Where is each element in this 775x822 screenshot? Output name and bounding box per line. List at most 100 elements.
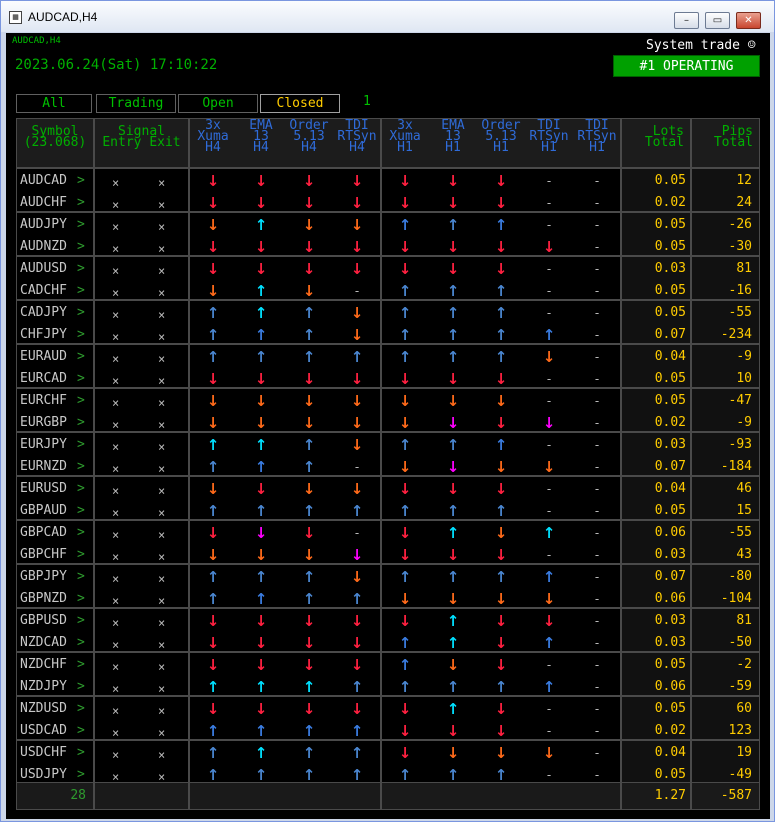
symbol-label: CADJPY bbox=[20, 305, 67, 320]
arrow-up-icon: ↑ bbox=[206, 568, 220, 586]
table-row[interactable]: NZDUSD > × × ↓ ↓ ↓ ↓ ↓ ↑ ↓ - - 0.05 60 bbox=[16, 700, 760, 718]
header-text: Entry Exit bbox=[102, 135, 181, 150]
arrow-down-icon: ↓ bbox=[350, 172, 364, 190]
chart-area: AUDCAD,H4 2023.06.24(Sat) 17:10:22 Syste… bbox=[6, 33, 770, 819]
table-row[interactable]: NZDJPY > × × ↑ ↑ ↑ ↑ ↑ ↑ ↑ ↑ - 0.06 -59 bbox=[16, 678, 760, 696]
chevron-right-icon: > bbox=[77, 503, 85, 518]
symbol-label: USDJPY bbox=[20, 767, 67, 782]
arrow-up-icon: ↑ bbox=[254, 458, 268, 476]
pips-value: -9 bbox=[736, 415, 752, 430]
table-cell bbox=[189, 782, 381, 810]
symbol-label: NZDJPY bbox=[20, 679, 67, 694]
table-row[interactable]: AUDNZD > × × ↓ ↓ ↓ ↓ ↓ ↓ ↓ ↓ - 0.05 -30 bbox=[16, 238, 760, 256]
chevron-right-icon: > bbox=[77, 261, 85, 276]
table-row[interactable]: EURCHF > × × ↓ ↓ ↓ ↓ ↓ ↓ ↓ - - 0.05 -47 bbox=[16, 392, 760, 410]
table-row[interactable]: CADJPY > × × ↑ ↑ ↑ ↓ ↑ ↑ ↑ - - 0.05 -55 bbox=[16, 304, 760, 322]
dash-mark: - bbox=[594, 306, 600, 320]
table-row[interactable]: EURNZD > × × ↑ ↑ ↑ - ↓ ↓ ↓ ↓ - 0.07 -184 bbox=[16, 458, 760, 476]
table-row[interactable]: AUDCAD > × × ↓ ↓ ↓ ↓ ↓ ↓ ↓ - - 0.05 12 bbox=[16, 172, 760, 190]
arrow-up-icon: ↑ bbox=[446, 568, 460, 586]
table-row[interactable]: CHFJPY > × × ↑ ↑ ↑ ↓ ↑ ↑ ↑ ↑ - 0.07 -234 bbox=[16, 326, 760, 344]
arrow-up-icon: ↑ bbox=[398, 568, 412, 586]
table-row[interactable]: USDCHF > × × ↑ ↑ ↑ ↑ ↓ ↓ ↓ ↓ - 0.04 19 bbox=[16, 744, 760, 762]
pips-value: -184 bbox=[720, 459, 752, 474]
arrow-down-icon: ↓ bbox=[302, 480, 316, 498]
tab-trading[interactable]: Trading bbox=[96, 94, 176, 113]
pips-value: 15 bbox=[736, 503, 752, 518]
arrow-down-icon: ↓ bbox=[206, 216, 220, 234]
table-row[interactable]: AUDUSD > × × ↓ ↓ ↓ ↓ ↓ ↓ ↓ - - 0.03 81 bbox=[16, 260, 760, 278]
arrow-up-icon: ↑ bbox=[302, 766, 316, 784]
table-row[interactable]: EURAUD > × × ↑ ↑ ↑ ↑ ↑ ↑ ↑ ↓ - 0.04 -9 bbox=[16, 348, 760, 366]
entry-mark: × bbox=[112, 550, 120, 564]
table-row[interactable]: GBPAUD > × × ↑ ↑ ↑ ↑ ↑ ↑ ↑ - - 0.05 15 bbox=[16, 502, 760, 520]
header-text: H4 bbox=[253, 140, 269, 155]
arrow-down-icon: ↓ bbox=[254, 172, 268, 190]
table-row[interactable]: GBPUSD > × × ↓ ↓ ↓ ↓ ↓ ↑ ↓ ↓ - 0.03 81 bbox=[16, 612, 760, 630]
arrow-down-icon: ↓ bbox=[494, 172, 508, 190]
arrow-down-icon: ↓ bbox=[254, 370, 268, 388]
exit-mark: × bbox=[158, 594, 166, 608]
row-pair: AUDJPY > × × ↓ ↑ ↓ ↓ ↑ ↑ ↑ - - 0.05 -26 AUDNZD > × × ↓ ↓ ↓ ↓ ↓ ↓… bbox=[16, 212, 760, 256]
symbol-label: AUDUSD bbox=[20, 261, 67, 276]
arrow-down-icon: ↓ bbox=[542, 612, 556, 630]
exit-mark: × bbox=[158, 198, 166, 212]
arrow-down-icon: ↓ bbox=[494, 656, 508, 674]
arrow-up-icon: ↑ bbox=[350, 502, 364, 520]
table-row[interactable]: GBPNZD > × × ↑ ↑ ↑ ↑ ↓ ↓ ↓ ↓ - 0.06 -104 bbox=[16, 590, 760, 608]
entry-mark: × bbox=[112, 572, 120, 586]
chevron-right-icon: > bbox=[77, 305, 85, 320]
dash-mark: - bbox=[594, 504, 600, 518]
operating-button[interactable]: #1 OPERATING bbox=[613, 55, 760, 77]
table-row[interactable]: GBPCAD > × × ↓ ↓ ↓ - ↓ ↑ ↓ ↑ - 0.06 -55 bbox=[16, 524, 760, 542]
table-row[interactable]: AUDJPY > × × ↓ ↑ ↓ ↓ ↑ ↑ ↑ - - 0.05 -26 bbox=[16, 216, 760, 234]
table-row[interactable]: EURUSD > × × ↓ ↓ ↓ ↓ ↓ ↓ ↓ - - 0.04 46 bbox=[16, 480, 760, 498]
table-row[interactable]: GBPJPY > × × ↑ ↑ ↑ ↓ ↑ ↑ ↑ ↑ - 0.07 -80 bbox=[16, 568, 760, 586]
close-button[interactable]: ✕ bbox=[736, 12, 761, 29]
dash-mark: - bbox=[594, 240, 600, 254]
table-row[interactable]: CADCHF > × × ↓ ↑ ↓ - ↑ ↑ ↑ - - 0.05 -16 bbox=[16, 282, 760, 300]
exit-mark: × bbox=[158, 682, 166, 696]
arrow-up-icon: ↑ bbox=[494, 568, 508, 586]
row-pair: EURUSD > × × ↓ ↓ ↓ ↓ ↓ ↓ ↓ - - 0.04 46 GBPAUD > × × ↑ ↑ ↑ ↑ ↑ ↑ ↑… bbox=[16, 476, 760, 520]
tab-all[interactable]: All bbox=[16, 94, 92, 113]
lots-value: 0.05 bbox=[654, 217, 686, 232]
minimize-button[interactable]: – bbox=[674, 12, 699, 29]
dash-mark: - bbox=[354, 526, 360, 540]
arrow-up-icon: ↑ bbox=[206, 502, 220, 520]
chevron-right-icon: > bbox=[77, 547, 85, 562]
table-row[interactable]: USDCAD > × × ↑ ↑ ↑ ↑ ↓ ↓ ↓ - - 0.02 123 bbox=[16, 722, 760, 740]
arrow-down-icon: ↓ bbox=[494, 194, 508, 212]
arrow-up-icon: ↑ bbox=[206, 458, 220, 476]
arrow-down-icon: ↓ bbox=[494, 700, 508, 718]
tab-open[interactable]: Open bbox=[178, 94, 258, 113]
header-signal: Signal Entry Exit bbox=[94, 118, 189, 168]
symbol-label: GBPAUD bbox=[20, 503, 67, 518]
table-row[interactable]: EURCAD > × × ↓ ↓ ↓ ↓ ↓ ↓ ↓ - - 0.05 10 bbox=[16, 370, 760, 388]
table-row[interactable]: AUDCHF > × × ↓ ↓ ↓ ↓ ↓ ↓ ↓ - - 0.02 24 bbox=[16, 194, 760, 212]
symbol-label: EURAUD bbox=[20, 349, 67, 364]
tab-closed[interactable]: Closed bbox=[260, 94, 340, 113]
symbol-label: GBPCHF bbox=[20, 547, 67, 562]
row-pair: GBPJPY > × × ↑ ↑ ↑ ↓ ↑ ↑ ↑ ↑ - 0.07 -80 GBPNZD > × × ↑ ↑ ↑ ↑ ↓ ↓… bbox=[16, 564, 760, 608]
table-row[interactable]: EURJPY > × × ↑ ↑ ↑ ↓ ↑ ↑ ↑ - - 0.03 -93 bbox=[16, 436, 760, 454]
table-row[interactable]: NZDCHF > × × ↓ ↓ ↓ ↓ ↑ ↓ ↓ - - 0.05 -2 bbox=[16, 656, 760, 674]
arrow-down-icon: ↓ bbox=[494, 590, 508, 608]
arrow-down-icon: ↓ bbox=[446, 480, 460, 498]
chart-window: ▦ AUDCAD,H4 – ▭ ✕ AUDCAD,H4 2023.06.24(S… bbox=[0, 0, 775, 822]
table-row[interactable]: GBPCHF > × × ↓ ↓ ↓ ↓ ↓ ↓ ↓ - - 0.03 43 bbox=[16, 546, 760, 564]
pips-value: -234 bbox=[720, 327, 752, 342]
maximize-button[interactable]: ▭ bbox=[705, 12, 730, 29]
arrow-down-icon: ↓ bbox=[542, 238, 556, 256]
title-bar[interactable]: ▦ AUDCAD,H4 – ▭ ✕ bbox=[1, 1, 774, 32]
arrow-up-icon: ↑ bbox=[206, 304, 220, 322]
table-row[interactable]: EURGBP > × × ↓ ↓ ↓ ↓ ↓ ↓ ↓ ↓ - 0.02 -9 bbox=[16, 414, 760, 432]
arrow-down-icon: ↓ bbox=[494, 370, 508, 388]
arrow-down-icon: ↓ bbox=[446, 656, 460, 674]
arrow-up-icon: ↑ bbox=[398, 656, 412, 674]
entry-mark: × bbox=[112, 484, 120, 498]
dash-mark: - bbox=[594, 174, 600, 188]
lots-value: 0.05 bbox=[654, 239, 686, 254]
dash-mark: - bbox=[594, 592, 600, 606]
table-row[interactable]: NZDCAD > × × ↓ ↓ ↓ ↓ ↑ ↑ ↓ ↑ - 0.03 -50 bbox=[16, 634, 760, 652]
